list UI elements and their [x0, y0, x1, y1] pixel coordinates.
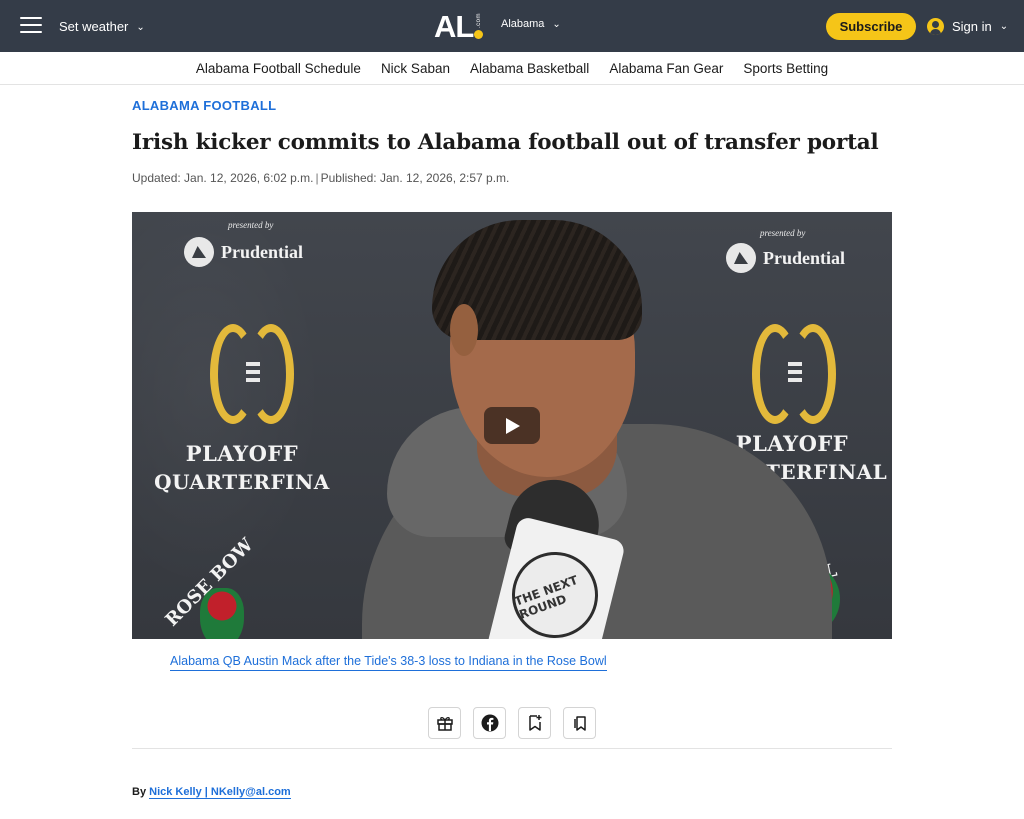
sponsor-logo: Prudential	[726, 243, 845, 273]
saved-articles-button[interactable]	[563, 707, 596, 739]
sponsor-name: Prudential	[221, 241, 304, 262]
share-toolbar	[428, 707, 596, 739]
page-title: Irish kicker commits to Alabama football…	[132, 130, 879, 155]
sponsor-logo: Prudential	[184, 237, 303, 267]
section-nav: Alabama Football Schedule Nick Saban Ala…	[0, 52, 1024, 85]
published-date: Published: Jan. 12, 2026, 2:57 p.m.	[320, 171, 510, 185]
presented-by-text: presented by	[228, 220, 274, 230]
playoff-trophy-icon	[752, 324, 836, 424]
article-dates: Updated: Jan. 12, 2026, 6:02 p.m. | Publis…	[132, 171, 509, 185]
set-weather-label: Set weather	[59, 19, 129, 34]
facebook-icon	[481, 714, 498, 732]
chevron-down-icon: ⌄	[136, 22, 145, 33]
playoff-text-left: PLAYOFF QUARTERFINA	[142, 440, 342, 496]
hamburger-menu-icon[interactable]	[20, 17, 42, 35]
presented-by-text: presented by	[760, 228, 806, 238]
nav-link-basketball[interactable]: Alabama Basketball	[470, 61, 589, 76]
author-link[interactable]: Nick Kelly | NKelly@al.com	[149, 786, 291, 799]
save-article-button[interactable]	[518, 707, 551, 739]
playoff-line-2: QUARTERFINA	[154, 470, 330, 494]
top-header: Set weather ⌄ AL .com Alabama ⌄ Subscribe …	[0, 0, 1024, 52]
bookmarks-icon	[573, 716, 586, 731]
logo-text: AL	[434, 9, 474, 44]
chevron-down-icon: ⌄	[552, 19, 561, 30]
byline-prefix: By	[132, 786, 147, 798]
date-separator: |	[315, 171, 319, 185]
gift-icon	[436, 717, 453, 731]
site-logo[interactable]: AL .com	[434, 9, 484, 44]
playoff-line-1: PLAYOFF	[185, 441, 299, 466]
logo-mark: .com	[474, 13, 484, 40]
facebook-share-button[interactable]	[473, 707, 506, 739]
nav-link-football-schedule[interactable]: Alabama Football Schedule	[196, 61, 361, 76]
region-selector[interactable]: Alabama ⌄	[501, 18, 561, 30]
section-kicker[interactable]: ALABAMA FOOTBALL	[132, 98, 276, 113]
nav-link-nick-saban[interactable]: Nick Saban	[381, 61, 450, 76]
nav-link-fan-gear[interactable]: Alabama Fan Gear	[609, 61, 723, 76]
chevron-down-icon: ⌄	[999, 20, 1009, 32]
video-caption-link[interactable]: Alabama QB Austin Mack after the Tide's …	[170, 654, 607, 671]
video-player[interactable]: presented by Prudential PLAYOFF QUARTERF…	[132, 212, 892, 639]
prudential-rock-icon	[726, 243, 756, 273]
set-weather-button[interactable]: Set weather ⌄	[59, 19, 145, 34]
subscribe-button[interactable]: Subscribe	[826, 13, 916, 40]
rose-icon	[200, 588, 244, 639]
nav-link-sports-betting[interactable]: Sports Betting	[743, 61, 828, 76]
region-label: Alabama	[501, 18, 545, 30]
logo-dot	[474, 30, 484, 40]
divider	[132, 748, 892, 749]
playoff-trophy-icon	[210, 324, 294, 424]
logo-com: .com	[475, 13, 482, 29]
ear	[450, 304, 478, 356]
sign-in-button[interactable]: Sign in ⌄	[927, 17, 1008, 35]
bookmark-add-icon	[528, 715, 541, 731]
updated-date: Updated: Jan. 12, 2026, 6:02 p.m.	[132, 171, 314, 185]
byline: By Nick Kelly | NKelly@al.com	[132, 786, 291, 799]
play-button[interactable]	[484, 407, 540, 444]
sponsor-name: Prudential	[763, 247, 846, 268]
user-icon	[927, 17, 944, 35]
gift-article-button[interactable]	[428, 707, 461, 739]
prudential-rock-icon	[184, 237, 214, 267]
sign-in-label: Sign in	[952, 18, 992, 34]
